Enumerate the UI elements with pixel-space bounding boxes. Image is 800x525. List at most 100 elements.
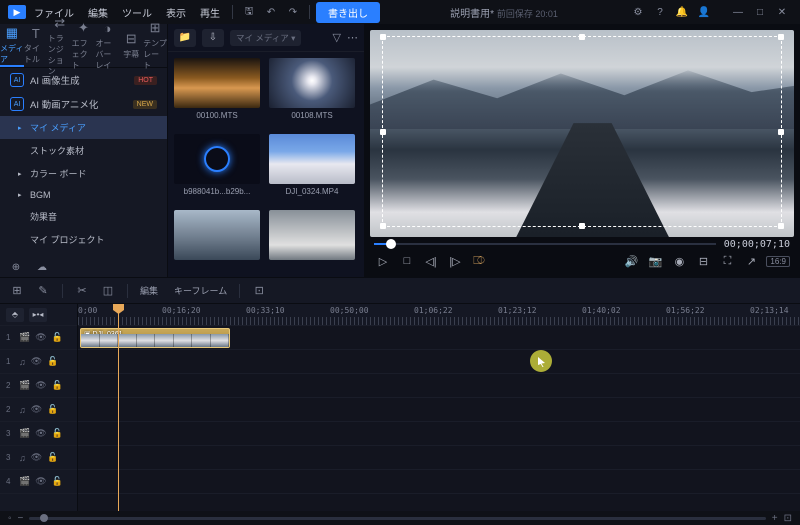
track-row[interactable] [78, 350, 800, 374]
lock-icon[interactable]: 🔓 [47, 452, 58, 463]
tab-エフェクト[interactable]: ✦エフェクト [72, 24, 96, 67]
preview-scrubber[interactable]: 00;00;07;10 [370, 237, 794, 251]
stop-icon[interactable]: □ [398, 252, 416, 270]
maximize-button[interactable]: □ [750, 2, 770, 22]
settings-icon[interactable]: ⚙ [628, 2, 648, 22]
ai-image-gen[interactable]: AI AI 画像生成 HOT [0, 68, 167, 92]
media-thumb[interactable]: 00108.MTS [269, 58, 358, 128]
media-thumb[interactable]: b988041b...b29b... [174, 134, 263, 204]
lock-icon[interactable]: 🔓 [52, 380, 63, 391]
track-header[interactable]: 2♫👁🔓 [0, 398, 77, 422]
track-header[interactable]: 4🎬👁🔓 [0, 470, 77, 494]
media-thumb[interactable] [269, 210, 358, 271]
zoom-slider[interactable] [29, 517, 765, 520]
play-icon[interactable]: ▷ [374, 252, 392, 270]
track-header[interactable]: 1♫👁🔓 [0, 350, 77, 374]
zoom-all-icon[interactable]: ⊡ [784, 513, 792, 524]
magnet-button[interactable]: ▸•◂ [29, 308, 47, 322]
tab-テンプレート[interactable]: ⊞テンプレート [143, 24, 167, 67]
tab-オーバーレイ[interactable]: ◑オーバーレイ [95, 24, 119, 67]
tab-edit[interactable]: 編集 [136, 282, 162, 299]
nav-BGM[interactable]: ▸BGM [0, 185, 167, 205]
track-header[interactable]: 3🎬👁🔓 [0, 422, 77, 446]
undo-icon[interactable]: ↶ [261, 2, 281, 22]
media-folder-dropdown[interactable]: マイ メディア ▾ [230, 30, 301, 46]
account-icon[interactable]: 👤 [694, 2, 714, 22]
track-header[interactable]: 2🎬👁🔓 [0, 374, 77, 398]
save-icon[interactable]: 🖫 [239, 2, 259, 22]
compare-icon[interactable]: ⊟ [694, 252, 712, 270]
redo-icon[interactable]: ↷ [283, 2, 303, 22]
tab-keyframe[interactable]: キーフレーム [170, 282, 231, 299]
lock-icon[interactable]: 🔓 [47, 404, 58, 415]
zoom-out-icon[interactable]: − [18, 513, 24, 524]
nav-カラー ボード[interactable]: ▸カラー ボード [0, 162, 167, 185]
cloud-icon[interactable]: ☁ [32, 257, 52, 277]
visibility-icon[interactable]: 👁 [35, 332, 46, 343]
cut-icon[interactable]: ✂ [71, 282, 93, 300]
help-icon[interactable]: ? [650, 2, 670, 22]
track-row[interactable] [78, 422, 800, 446]
visibility-icon[interactable]: 👁 [35, 380, 46, 391]
track-row[interactable] [78, 446, 800, 470]
track-header[interactable]: 1🎬👁🔓 [0, 326, 77, 350]
lock-icon[interactable]: 🔓 [52, 476, 63, 487]
zoom-in-icon[interactable]: + [772, 513, 778, 524]
tab-字幕[interactable]: ⊟字幕 [119, 24, 143, 67]
visibility-icon[interactable]: 👁 [31, 404, 42, 415]
volume-icon[interactable]: 🔊 [622, 252, 640, 270]
track-row[interactable] [78, 398, 800, 422]
lock-icon[interactable]: 🔓 [52, 428, 63, 439]
nav-マイ メディア[interactable]: ▸マイ メディア [0, 116, 167, 139]
trim-icon[interactable]: ⎄ [470, 252, 488, 270]
tab-タイトル[interactable]: Tタイトル [24, 24, 48, 67]
menu-view[interactable]: 表示 [160, 3, 192, 22]
popout-icon[interactable]: ↗ [742, 252, 760, 270]
notify-icon[interactable]: 🔔 [672, 2, 692, 22]
track-row[interactable] [78, 470, 800, 494]
lock-icon[interactable]: 🔓 [47, 356, 58, 367]
tab-メディア[interactable]: ▦メディア [0, 24, 24, 67]
next-frame-icon[interactable]: |▷ [446, 252, 464, 270]
time-ruler[interactable]: 0;0000;16;2000;33;1000;50;0001;06;2201;2… [78, 304, 800, 326]
add-folder-icon[interactable]: ⊕ [6, 257, 26, 277]
more-icon[interactable]: ⋯ [347, 31, 358, 44]
track-row[interactable] [78, 374, 800, 398]
crop-icon[interactable]: ◫ [97, 282, 119, 300]
nav-効果音[interactable]: 効果音 [0, 205, 167, 228]
menu-tools[interactable]: ツール [116, 3, 158, 22]
toggle-panel-icon[interactable]: ⊞ [6, 282, 28, 300]
visibility-icon[interactable]: 👁 [31, 356, 42, 367]
import-device-icon[interactable]: ⇩ [202, 29, 224, 47]
tab-トランジション[interactable]: ⇄トランジション [48, 24, 72, 67]
nav-マイ プロジェクト[interactable]: マイ プロジェクト [0, 228, 167, 251]
quality-icon[interactable]: ◉ [670, 252, 688, 270]
zoom-fit-icon[interactable]: ◦ [8, 513, 12, 524]
media-thumb[interactable]: DJI_0324.MP4 [269, 134, 358, 204]
visibility-icon[interactable]: 👁 [35, 476, 46, 487]
filter-icon[interactable]: ▽ [333, 31, 341, 44]
close-button[interactable]: ✕ [772, 2, 792, 22]
track-row[interactable]: ▣ DJI_0361 [78, 326, 800, 350]
video-clip[interactable]: ▣ DJI_0361 [80, 328, 230, 348]
prev-frame-icon[interactable]: ◁| [422, 252, 440, 270]
import-file-icon[interactable]: 📁 [174, 29, 196, 47]
pen-tool-icon[interactable]: ✎ [32, 282, 54, 300]
export-button[interactable]: 書き出し [316, 2, 380, 23]
minimize-button[interactable]: — [728, 2, 748, 22]
fullscreen-icon[interactable]: ⛶ [718, 252, 736, 270]
snapshot-icon[interactable]: 📷 [646, 252, 664, 270]
media-thumb[interactable]: 00100.MTS [174, 58, 263, 128]
lock-icon[interactable]: 🔓 [52, 332, 63, 343]
ai-video-anime[interactable]: AI AI 動画アニメ化 NEW [0, 92, 167, 116]
visibility-icon[interactable]: 👁 [35, 428, 46, 439]
snap-button[interactable]: ⬘ [6, 308, 24, 322]
more-tools-icon[interactable]: ⊡ [248, 282, 270, 300]
visibility-icon[interactable]: 👁 [31, 452, 42, 463]
timeline-tracks[interactable]: 0;0000;16;2000;33;1000;50;0001;06;2201;2… [78, 304, 800, 511]
nav-ストック素材[interactable]: ストック素材 [0, 139, 167, 162]
menu-edit[interactable]: 編集 [82, 3, 114, 22]
preview-canvas[interactable] [370, 30, 794, 237]
menu-play[interactable]: 再生 [194, 3, 226, 22]
track-header[interactable]: 3♫👁🔓 [0, 446, 77, 470]
